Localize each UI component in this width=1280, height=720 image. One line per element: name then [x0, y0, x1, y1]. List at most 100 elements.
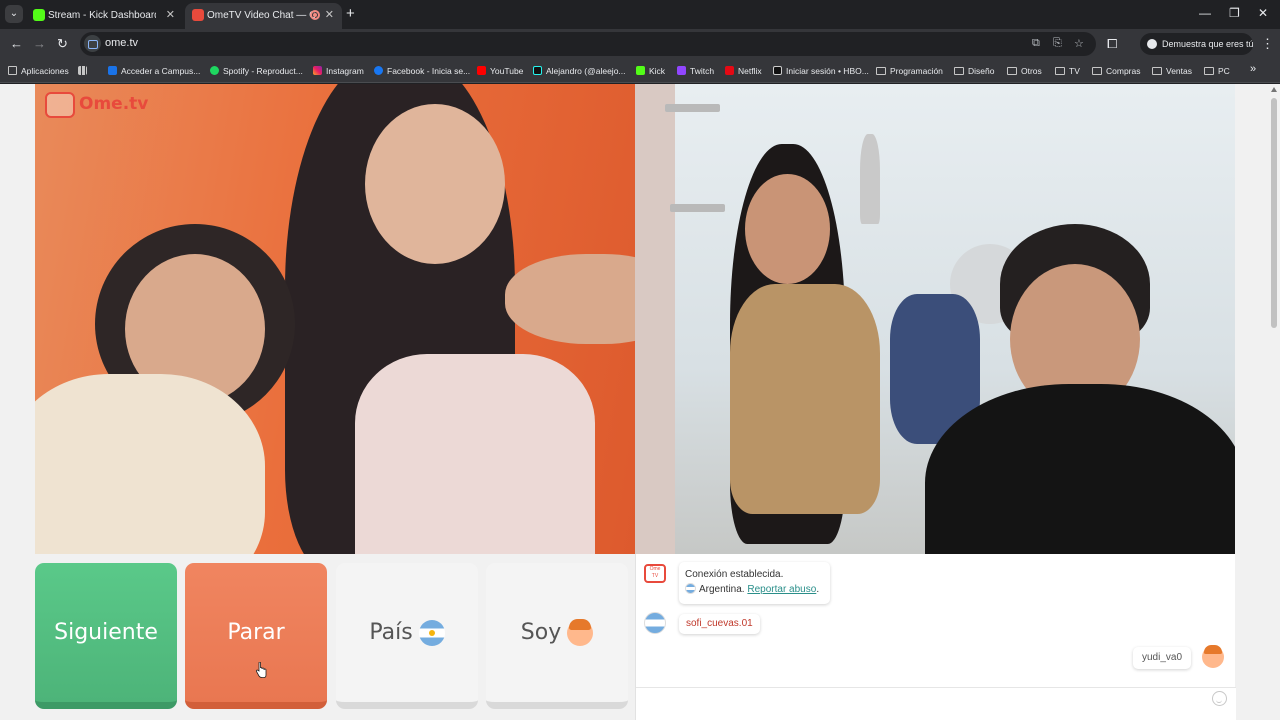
next-button[interactable]: Siguiente	[35, 563, 177, 709]
bookmark-folder-ventas[interactable]: Ventas	[1152, 64, 1192, 78]
video-figure-shape	[730, 284, 880, 514]
bookmark-folder-diseno[interactable]: Diseño	[954, 64, 994, 78]
folder-icon	[1055, 67, 1065, 75]
bookmark-label: Otros	[1021, 66, 1042, 76]
folder-icon	[1007, 67, 1017, 75]
local-video	[635, 84, 1235, 554]
profile-label: Demuestra que eres tú	[1162, 39, 1254, 49]
tiktok-icon	[533, 66, 542, 75]
address-bar[interactable]: ome.tv ⧉ ⎘ ☆	[80, 32, 1096, 56]
connection-status-text: Conexión establecida.	[685, 569, 784, 580]
grid-icon	[78, 66, 87, 75]
peer-flag-icon	[644, 612, 666, 634]
translate-icon[interactable]: ⧉	[1032, 37, 1040, 50]
youtube-icon	[477, 66, 486, 75]
apps-grid-icon	[8, 66, 17, 75]
bookmark-youtube[interactable]: YouTube	[477, 64, 523, 78]
extensions-icon[interactable]: ⧠	[1107, 36, 1117, 52]
tab-ometv[interactable]: OmeTV Video Chat — Ome ✕	[185, 3, 342, 29]
video-figure-shape	[505, 254, 635, 344]
bookmark-folder-programacion[interactable]: Programación	[876, 64, 943, 78]
bookmark-hbo[interactable]: Iniciar sesión • HBO...	[773, 64, 869, 78]
hand-cursor-icon	[255, 662, 267, 678]
gender-button[interactable]: Soy	[486, 563, 628, 709]
bookmark-folder-tv[interactable]: TV	[1055, 64, 1080, 78]
bookmark-label: PC	[1218, 66, 1230, 76]
ometv-chat-logo-icon: Ome TV	[644, 564, 666, 583]
emoji-icon[interactable]	[1212, 691, 1227, 706]
restore-icon[interactable]: ❐	[1229, 6, 1240, 20]
scrollbar-thumb[interactable]	[1271, 98, 1277, 328]
bookmark-tiktok[interactable]: Alejandro (@aleejo...	[533, 64, 626, 78]
bookmark-folder-otros[interactable]: Otros	[1007, 64, 1042, 78]
browser-menu-icon[interactable]: ⋮	[1261, 36, 1274, 52]
site-info-icon[interactable]	[84, 35, 101, 52]
spotify-icon	[210, 66, 219, 75]
peer-username-message: sofi_cuevas.01	[679, 614, 760, 634]
bookmark-label: Diseño	[968, 66, 995, 76]
boy-emoji-icon	[567, 619, 594, 646]
folder-icon	[1204, 67, 1214, 75]
bookmark-aplicaciones[interactable]: Aplicaciones	[8, 64, 69, 78]
bookmark-label: Alejandro (@aleejo...	[546, 66, 626, 76]
ometv-logo: Ome.tv	[45, 90, 148, 120]
report-abuse-link[interactable]: Reportar abuso	[747, 584, 816, 595]
bookmark-label: Iniciar sesión • HBO...	[786, 66, 869, 76]
folder-icon	[1152, 67, 1162, 75]
tab-kick-dashboard[interactable]: Stream - Kick Dashboard ✕	[26, 3, 183, 29]
bookmark-campus[interactable]: Acceder a Campus...	[108, 64, 200, 78]
tab-close-icon[interactable]: ✕	[166, 8, 175, 22]
video-shelf-shape	[665, 104, 720, 112]
bookmark-label: Compras	[1106, 66, 1141, 76]
bookmark-instagram[interactable]: Instagram	[313, 64, 364, 78]
bookmark-spotify[interactable]: Spotify - Reproduct...	[210, 64, 303, 78]
tv-logo-icon	[45, 92, 75, 118]
tab-title: Stream - Kick Dashboard	[48, 10, 156, 21]
bookmark-kick[interactable]: Kick	[636, 64, 665, 78]
folder-icon	[1092, 67, 1102, 75]
hbo-icon	[773, 66, 782, 75]
scroll-up-arrow-icon[interactable]	[1271, 87, 1277, 92]
bookmark-folder-pc[interactable]: PC	[1204, 64, 1230, 78]
country-button[interactable]: País	[336, 563, 478, 709]
video-shelf-shape	[670, 204, 725, 212]
profile-button[interactable]: Demuestra que eres tú	[1140, 33, 1254, 55]
forward-arrow-icon[interactable]: →	[33, 36, 46, 51]
bookmark-facebook[interactable]: Facebook - Inicia se...	[374, 64, 470, 78]
bookmark-star-icon[interactable]: ☆	[1074, 37, 1084, 50]
netflix-icon	[725, 66, 734, 75]
install-app-icon[interactable]: ⎘	[1053, 37, 1062, 50]
minimize-icon[interactable]: —	[1199, 6, 1211, 20]
bookmarks-overflow-icon[interactable]: »	[1250, 63, 1256, 75]
bookmark-grid[interactable]	[78, 64, 91, 78]
argentina-flag-icon	[418, 620, 445, 646]
twitch-icon	[677, 66, 686, 75]
reload-icon[interactable]: ↻	[57, 36, 68, 51]
bookmark-folder-compras[interactable]: Compras	[1092, 64, 1140, 78]
browser-toolbar: ← → ↻ ome.tv ⧉ ⎘ ☆ ⧠ Demuestra que eres …	[0, 29, 1280, 59]
self-username-message: yudi_va0	[1133, 647, 1192, 669]
tab-close-icon[interactable]: ✕	[325, 8, 334, 22]
window-close-icon[interactable]: ✕	[1258, 6, 1268, 20]
bookmark-label: Instagram	[326, 66, 364, 76]
bookmark-label: Facebook - Inicia se...	[387, 66, 471, 76]
profile-avatar-icon	[1147, 39, 1157, 49]
chat-message-input[interactable]	[636, 687, 1236, 720]
country-button-label: País	[369, 620, 413, 645]
url-text[interactable]: ome.tv	[105, 37, 138, 49]
bookmark-twitch[interactable]: Twitch	[677, 64, 714, 78]
bookmark-netflix[interactable]: Netflix	[725, 64, 762, 78]
page-scrollbar[interactable]	[1268, 84, 1280, 720]
stop-button[interactable]: Parar	[185, 563, 327, 709]
new-tab-button[interactable]: +	[346, 6, 355, 21]
tab-search-button[interactable]: ⌄	[5, 5, 23, 23]
next-button-label: Siguiente	[54, 620, 158, 645]
video-curtain-shape	[635, 84, 675, 554]
gender-button-label: Soy	[520, 620, 562, 645]
logo-text: Ome.tv	[79, 94, 149, 114]
argentina-flag-icon	[685, 583, 696, 594]
video-bag-shape	[355, 354, 595, 554]
self-avatar-icon	[1202, 645, 1224, 668]
kick-icon	[636, 66, 645, 75]
back-arrow-icon[interactable]: ←	[10, 36, 23, 51]
